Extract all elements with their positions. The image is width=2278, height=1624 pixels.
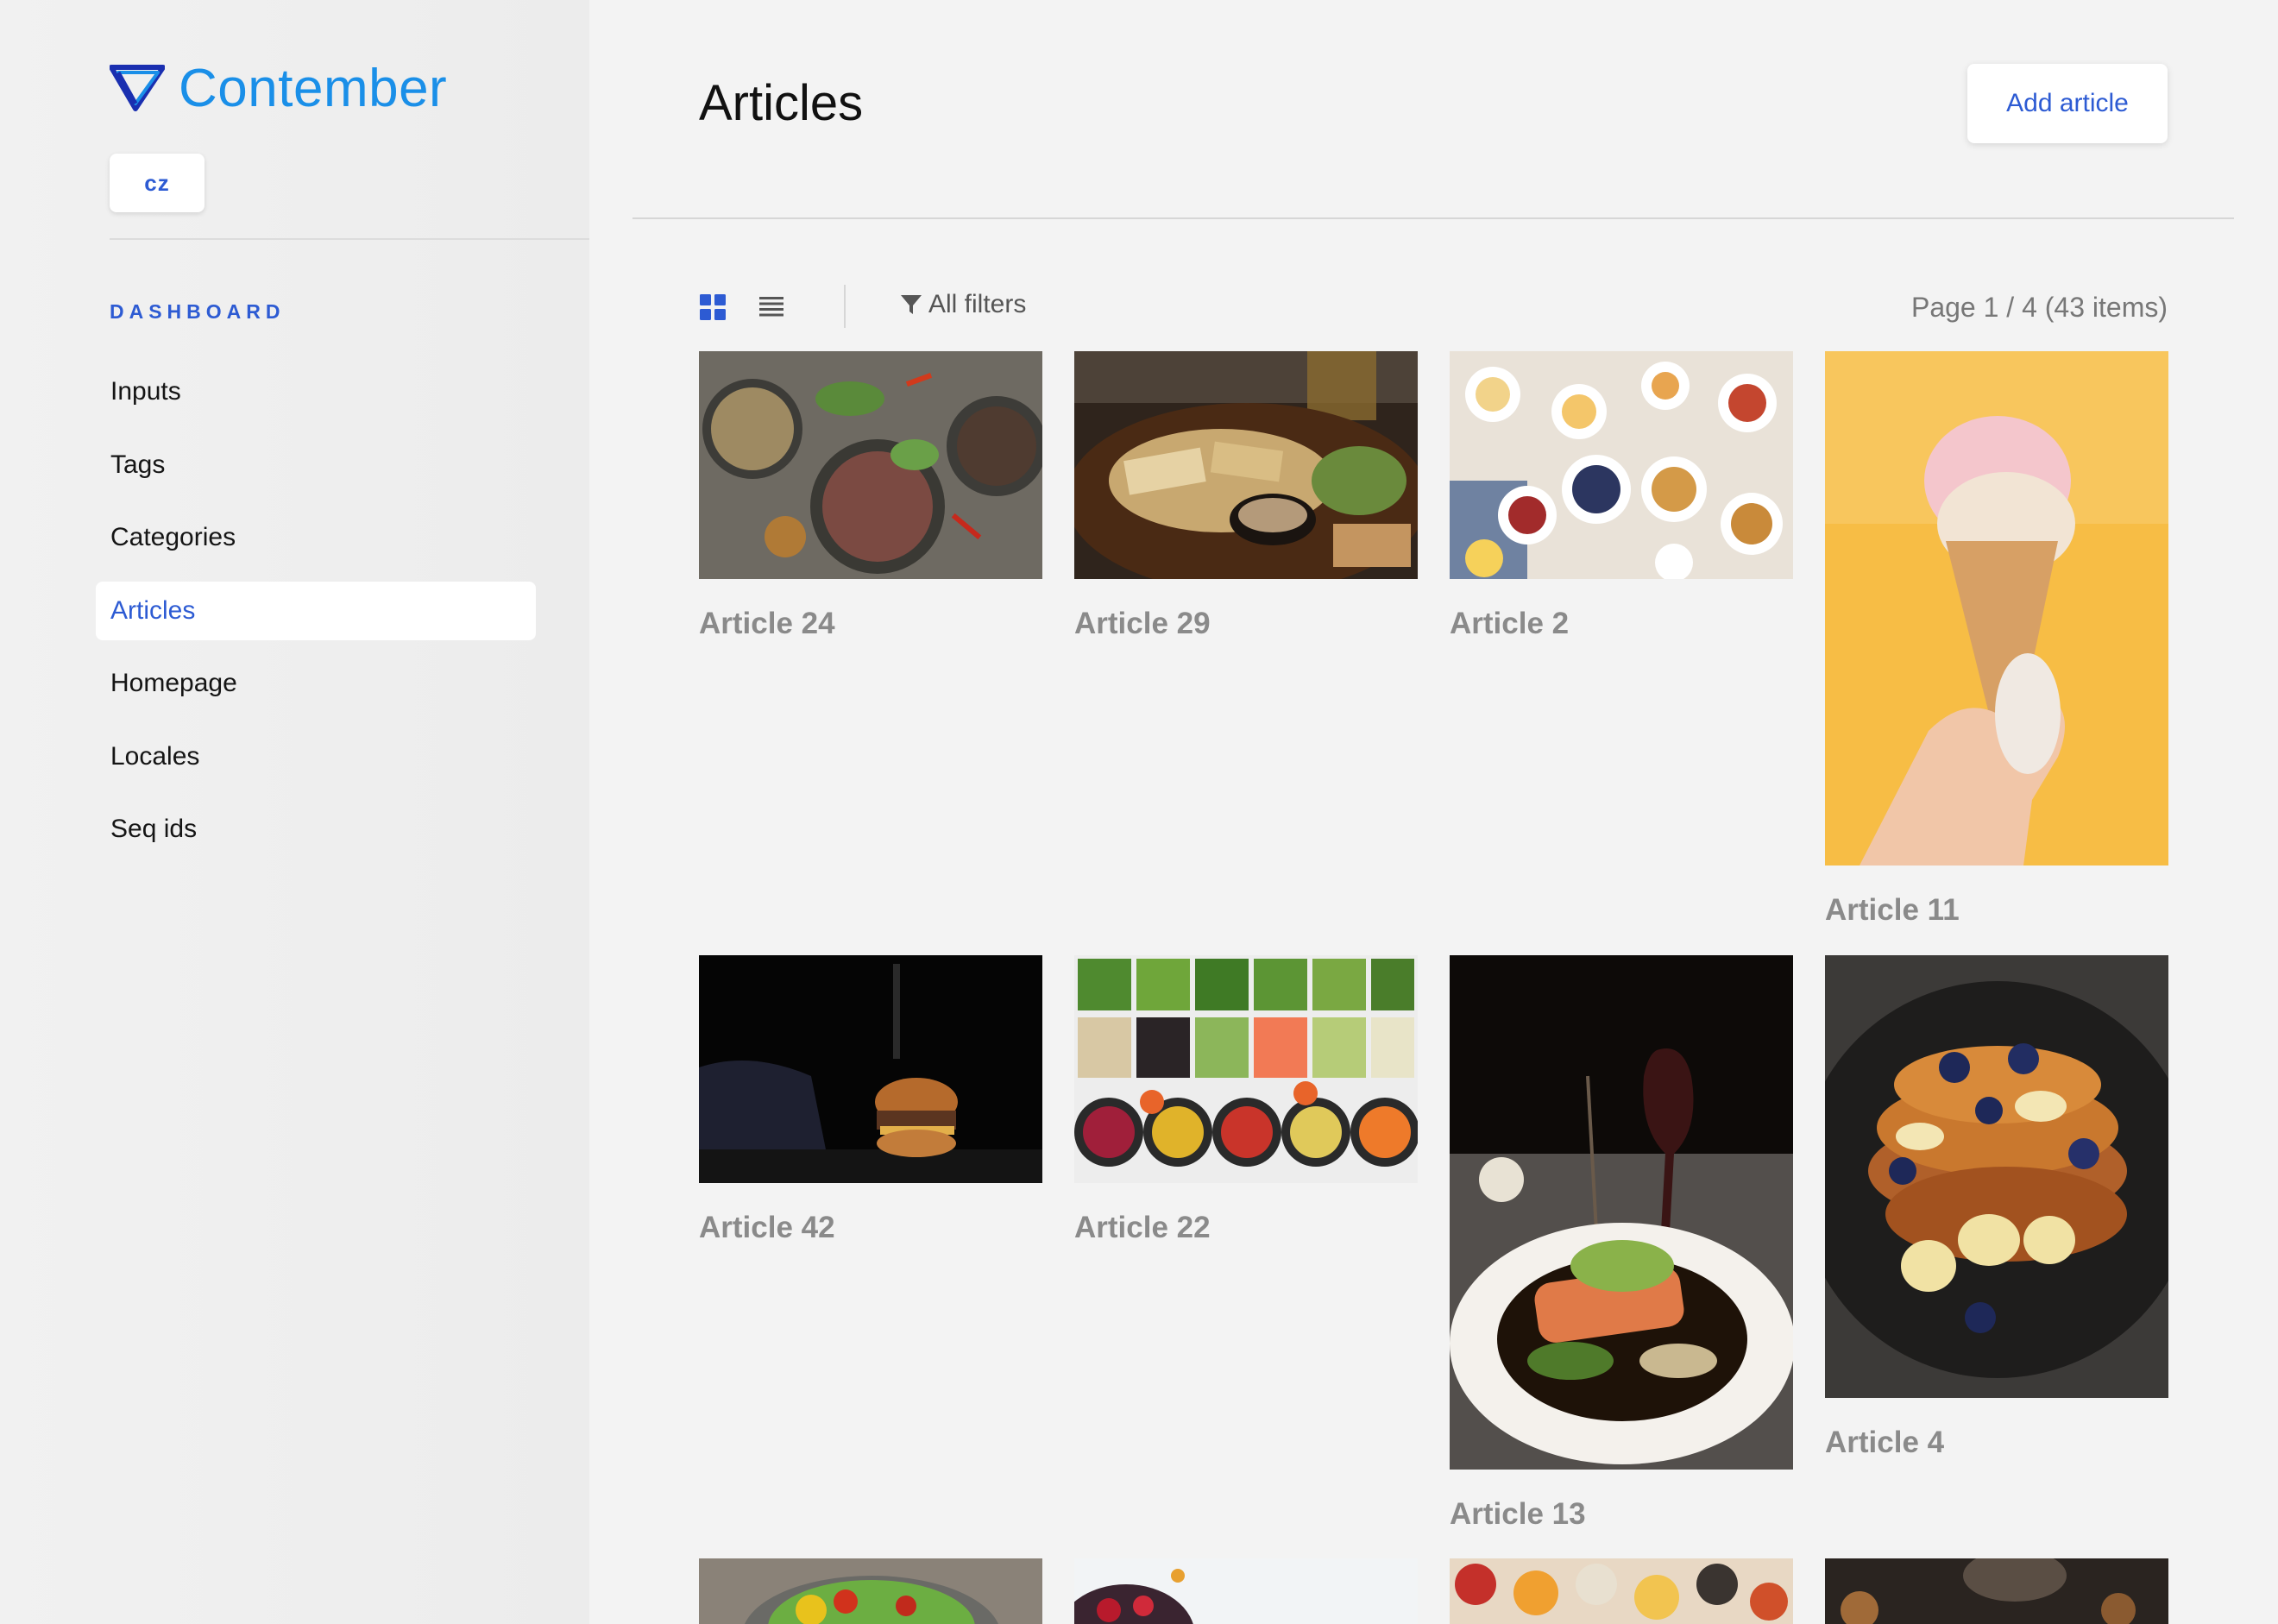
article-card[interactable]: Article 24 — [699, 351, 1042, 641]
article-title[interactable]: Article 24 — [699, 607, 1042, 641]
header-divider — [632, 217, 2234, 219]
contember-logo-icon — [110, 65, 165, 111]
article-card[interactable]: Article 22 — [1074, 955, 1418, 1245]
article-card[interactable]: Article 2 — [1450, 351, 1793, 641]
sidebar-divider — [110, 238, 589, 240]
list-view-icon[interactable] — [758, 293, 785, 321]
sidebar-item-articles[interactable]: Articles — [96, 581, 536, 640]
article-card[interactable]: Article 4 — [1825, 955, 2168, 1460]
sidebar-item-tags[interactable]: Tags — [96, 436, 536, 494]
toolbar-separator — [844, 285, 846, 328]
all-filters-button[interactable]: All filters — [899, 290, 1026, 319]
salad-bar-photo[interactable] — [1074, 955, 1418, 1183]
burger-photo[interactable] — [699, 955, 1042, 1183]
article-card[interactable]: Article 13 — [1450, 955, 1793, 1532]
sidebar-nav: Inputs Tags Categories Articles Homepage… — [96, 362, 536, 873]
add-article-button[interactable]: Add article — [1967, 64, 2168, 143]
article-card[interactable]: Article 11 — [1825, 351, 2168, 928]
ice-cream-cone-photo[interactable] — [1825, 351, 2168, 866]
article-title[interactable]: Article 22 — [1074, 1211, 1418, 1245]
french-toast-photo[interactable] — [1825, 955, 2168, 1398]
article-card-partial[interactable] — [699, 1558, 1042, 1624]
berries-photo[interactable] — [1074, 1558, 1418, 1624]
all-filters-label: All filters — [928, 290, 1027, 318]
salad-bowl-photo[interactable] — [699, 1558, 1042, 1624]
sidebar-item-homepage[interactable]: Homepage — [96, 654, 536, 713]
sidebar-section-title: DASHBOARD — [110, 300, 286, 323]
app-name: Contember — [179, 58, 448, 118]
filter-icon — [901, 295, 922, 314]
sidebar-item-locales[interactable]: Locales — [96, 727, 536, 786]
sidebar-item-seq-ids[interactable]: Seq ids — [96, 800, 536, 859]
sidebar-item-categories[interactable]: Categories — [96, 508, 536, 567]
pagination-info: Page 1 / 4 (43 items) — [1910, 292, 2168, 323]
article-title[interactable]: Article 2 — [1450, 607, 1793, 641]
article-title[interactable]: Article 42 — [699, 1211, 1042, 1245]
list-toolbar: All filters Page 1 / 4 (43 items) — [699, 285, 2168, 328]
article-title[interactable]: Article 4 — [1825, 1426, 2168, 1460]
grilled-plate-photo[interactable] — [1074, 351, 1418, 579]
sidebar-item-inputs[interactable]: Inputs — [96, 362, 536, 421]
fruit-platter-photo[interactable] — [1450, 1558, 1793, 1624]
app-logo[interactable]: Contember — [110, 57, 447, 119]
article-title[interactable]: Article 29 — [1074, 607, 1418, 641]
locale-switcher-button[interactable]: cz — [110, 154, 205, 212]
article-card-partial[interactable] — [1450, 1558, 1793, 1624]
salmon-dish-photo[interactable] — [1450, 955, 1793, 1470]
grid-view-icon[interactable] — [699, 293, 727, 321]
breakfast-table-photo[interactable] — [1450, 351, 1793, 579]
article-title[interactable]: Article 13 — [1450, 1497, 1793, 1532]
cookies-photo[interactable] — [1825, 1558, 2168, 1624]
page-title: Articles — [699, 75, 864, 131]
article-card-partial[interactable] — [1074, 1558, 1418, 1624]
food-bowls-photo[interactable] — [699, 351, 1042, 579]
article-card[interactable]: Article 29 — [1074, 351, 1418, 641]
article-card-partial[interactable] — [1825, 1558, 2168, 1624]
sidebar: Contember cz DASHBOARD Inputs Tags Categ… — [0, 0, 589, 1624]
article-title[interactable]: Article 11 — [1825, 893, 2168, 928]
article-card[interactable]: Article 42 — [699, 955, 1042, 1245]
